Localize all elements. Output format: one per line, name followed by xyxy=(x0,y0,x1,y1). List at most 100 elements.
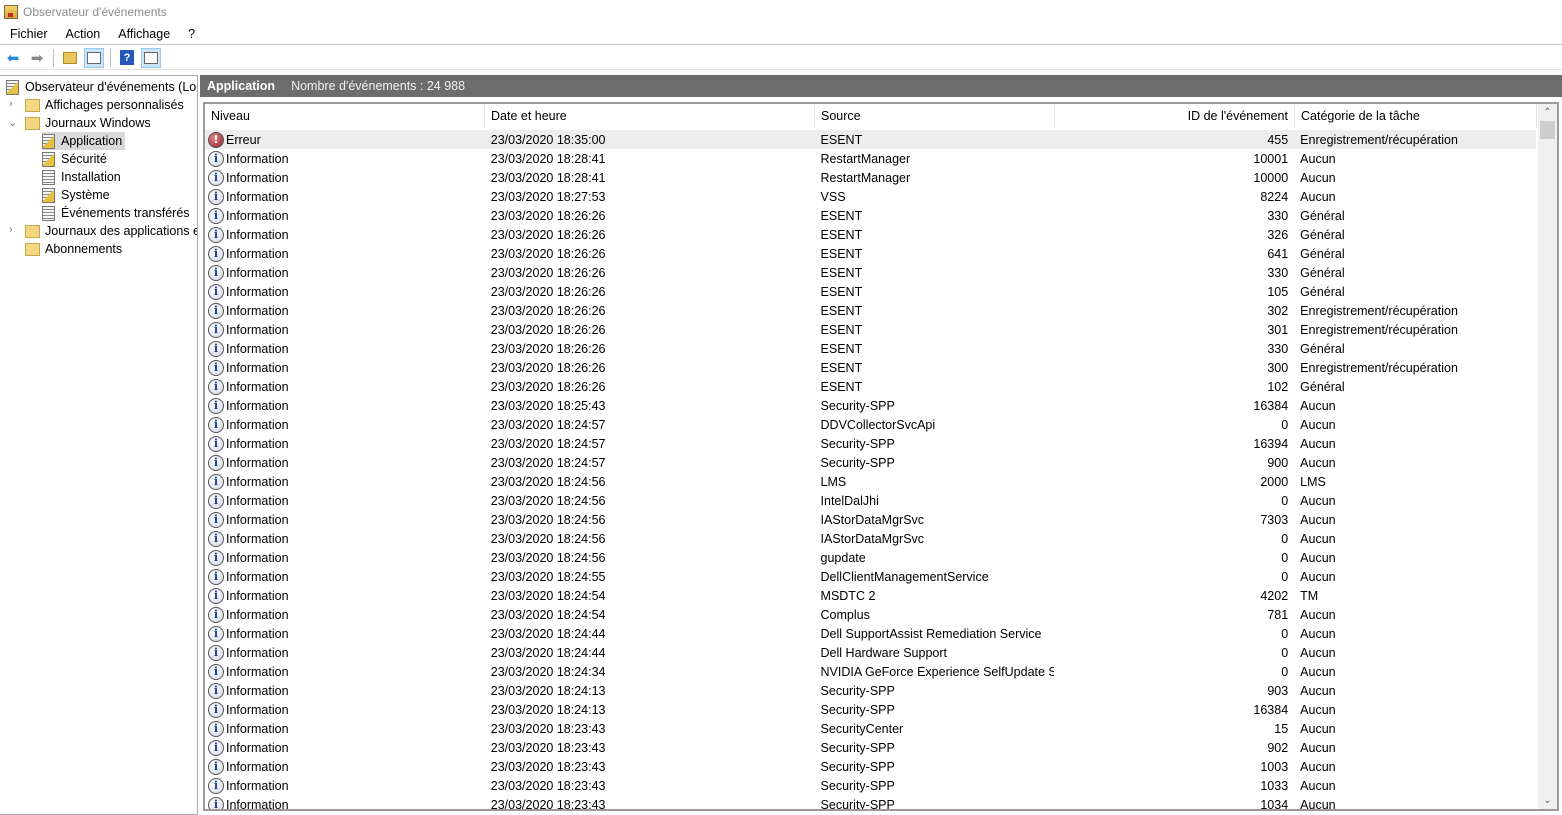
cell-source: NVIDIA GeForce Experience SelfUpdate S..… xyxy=(820,664,1055,679)
table-row[interactable]: i Information 23/03/2020 18:24:13 Securit… xyxy=(205,681,1536,700)
table-row[interactable]: i Information 23/03/2020 18:24:57 Securit… xyxy=(205,453,1536,472)
chevron-down-icon[interactable]: ⌄ xyxy=(8,116,18,129)
tree-item-application[interactable]: Application xyxy=(42,132,126,150)
tree-item-windows-logs[interactable]: Journaux Windows xyxy=(25,114,151,132)
table-row[interactable]: i Information 23/03/2020 18:24:56 IntelDa… xyxy=(205,491,1536,510)
up-folder-icon[interactable] xyxy=(60,48,80,68)
tree-item-systeme[interactable]: Système xyxy=(42,186,110,204)
cell-level: i Information xyxy=(205,625,485,642)
chevron-right-icon[interactable]: › xyxy=(9,224,19,236)
scroll-down-icon[interactable]: ⌄ xyxy=(1538,792,1557,809)
tree-item-app-service-logs[interactable]: Journaux des applications et des service… xyxy=(25,222,197,240)
level-text: Erreur xyxy=(226,132,261,147)
table-row[interactable]: i Information 23/03/2020 18:26:26 ESENT 3… xyxy=(205,301,1536,320)
table-row[interactable]: i Information 23/03/2020 18:24:57 Securit… xyxy=(205,434,1536,453)
table-row[interactable]: i Information 23/03/2020 18:24:34 NVIDIA … xyxy=(205,662,1536,681)
table-row[interactable]: i Information 23/03/2020 18:26:26 ESENT 6… xyxy=(205,244,1536,263)
table-row[interactable]: i Information 23/03/2020 18:24:56 IAStorD… xyxy=(205,510,1536,529)
table-row[interactable]: i Information 23/03/2020 18:25:43 Securit… xyxy=(205,396,1536,415)
help-icon[interactable]: ? xyxy=(117,48,137,68)
table-row[interactable]: i Information 23/03/2020 18:27:53 VSS 822… xyxy=(205,187,1536,206)
table-row[interactable]: i Information 23/03/2020 18:24:54 Complus… xyxy=(205,605,1536,624)
scroll-up-icon[interactable]: ⌃ xyxy=(1538,104,1557,121)
cell-date: 23/03/2020 18:26:26 xyxy=(490,208,606,223)
vertical-scrollbar[interactable]: ⌃ ⌄ xyxy=(1538,104,1557,809)
table-row[interactable]: i Information 23/03/2020 18:26:26 ESENT 3… xyxy=(205,358,1536,377)
cell-source: gupdate xyxy=(820,550,866,565)
main-panel: Application Nombre d'événements : 24 988… xyxy=(200,75,1562,815)
toolbar-separator xyxy=(110,48,111,67)
chevron-right-icon[interactable]: › xyxy=(9,98,19,110)
cell-source: ESENT xyxy=(820,246,863,261)
tree-root[interactable]: Observateur d'événements (Local) xyxy=(6,78,197,96)
cell-source: ESENT xyxy=(820,284,863,299)
level-text: Information xyxy=(226,607,289,622)
cell-category: Aucun xyxy=(1300,436,1336,451)
error-icon: ! xyxy=(208,131,224,148)
table-row[interactable]: i Information 23/03/2020 18:23:43 Securit… xyxy=(205,795,1536,809)
information-icon: i xyxy=(208,777,224,794)
table-row[interactable]: i Information 23/03/2020 18:26:26 ESENT 1… xyxy=(205,282,1536,301)
table-row[interactable]: ! Erreur 23/03/2020 18:35:00 ESENT 455 En… xyxy=(205,130,1536,149)
table-row[interactable]: i Information 23/03/2020 18:28:41 Restart… xyxy=(205,149,1536,168)
cell-category: Enregistrement/récupération xyxy=(1300,322,1458,337)
menu-help[interactable]: ? xyxy=(179,27,204,41)
table-row[interactable]: i Information 23/03/2020 18:24:13 Securit… xyxy=(205,700,1536,719)
cell-date: 23/03/2020 18:28:41 xyxy=(490,151,606,166)
table-row[interactable]: i Information 23/03/2020 18:26:26 ESENT 3… xyxy=(205,225,1536,244)
information-icon: i xyxy=(208,492,224,509)
menu-fichier[interactable]: Fichier xyxy=(0,27,57,41)
table-row[interactable]: i Information 23/03/2020 18:23:43 Securit… xyxy=(205,738,1536,757)
table-row[interactable]: i Information 23/03/2020 18:24:54 MSDTC 2… xyxy=(205,586,1536,605)
table-row[interactable]: i Information 23/03/2020 18:24:56 IAStorD… xyxy=(205,529,1536,548)
tree-item-installation[interactable]: Installation xyxy=(42,168,121,186)
column-header-niveau[interactable]: Niveau xyxy=(205,104,485,128)
information-icon: i xyxy=(208,302,224,319)
cell-date: 23/03/2020 18:24:57 xyxy=(490,455,606,470)
cell-source: ESENT xyxy=(820,227,863,242)
table-row[interactable]: i Information 23/03/2020 18:24:56 LMS 200… xyxy=(205,472,1536,491)
cell-level: i Information xyxy=(205,739,485,756)
folder-icon xyxy=(25,98,40,112)
table-row[interactable]: i Information 23/03/2020 18:24:57 DDVColl… xyxy=(205,415,1536,434)
table-row[interactable]: i Information 23/03/2020 18:23:43 Securit… xyxy=(205,776,1536,795)
tree-label: Sécurité xyxy=(61,152,107,166)
column-header-category[interactable]: Catégorie de la tâche xyxy=(1295,104,1537,128)
table-row[interactable]: i Information 23/03/2020 18:24:56 gupdate… xyxy=(205,548,1536,567)
cell-event-id: 900 xyxy=(1267,455,1289,470)
show-hide-tree-icon[interactable] xyxy=(84,47,104,68)
level-text: Information xyxy=(226,664,289,679)
cell-category: Aucun xyxy=(1300,759,1336,774)
table-row[interactable]: i Information 23/03/2020 18:24:55 DellCli… xyxy=(205,567,1536,586)
table-row[interactable]: i Information 23/03/2020 18:26:26 ESENT 3… xyxy=(205,206,1536,225)
column-header-source[interactable]: Source xyxy=(815,104,1055,128)
table-row[interactable]: i Information 23/03/2020 18:26:26 ESENT 1… xyxy=(205,377,1536,396)
table-row[interactable]: i Information 23/03/2020 18:24:44 Dell Su… xyxy=(205,624,1536,643)
table-row[interactable]: i Information 23/03/2020 18:23:43 Securit… xyxy=(205,757,1536,776)
table-row[interactable]: i Information 23/03/2020 18:26:26 ESENT 3… xyxy=(205,339,1536,358)
cell-event-id: 1003 xyxy=(1260,759,1289,774)
table-row[interactable]: i Information 23/03/2020 18:26:26 ESENT 3… xyxy=(205,263,1536,282)
level-text: Information xyxy=(226,569,289,584)
level-text: Information xyxy=(226,531,289,546)
tree-item-securite[interactable]: Sécurité xyxy=(42,150,107,168)
cell-event-id: 330 xyxy=(1267,341,1289,356)
tree-item-subscriptions[interactable]: Abonnements xyxy=(25,240,122,258)
cell-category: Enregistrement/récupération xyxy=(1300,132,1458,147)
forward-arrow-icon[interactable]: ➡ xyxy=(27,48,47,68)
table-row[interactable]: i Information 23/03/2020 18:26:26 ESENT 3… xyxy=(205,320,1536,339)
table-row[interactable]: i Information 23/03/2020 18:23:43 Securit… xyxy=(205,719,1536,738)
menu-action[interactable]: Action xyxy=(57,27,110,41)
information-icon: i xyxy=(208,625,224,642)
tree-item-forwarded-events[interactable]: Événements transférés xyxy=(42,204,190,222)
table-row[interactable]: i Information 23/03/2020 18:28:41 Restart… xyxy=(205,168,1536,187)
show-hide-actions-icon[interactable] xyxy=(141,47,161,68)
back-arrow-icon[interactable]: ⬅ xyxy=(3,48,23,68)
table-row[interactable]: i Information 23/03/2020 18:24:44 Dell Ha… xyxy=(205,643,1536,662)
menu-affichage[interactable]: Affichage xyxy=(109,27,179,41)
column-header-event-id[interactable]: ID de l'événement xyxy=(1055,104,1295,128)
scrollbar-thumb[interactable] xyxy=(1540,121,1555,139)
cell-level: i Information xyxy=(205,188,485,205)
tree-item-custom-views[interactable]: Affichages personnalisés xyxy=(25,96,184,114)
column-header-date[interactable]: Date et heure xyxy=(485,104,815,128)
